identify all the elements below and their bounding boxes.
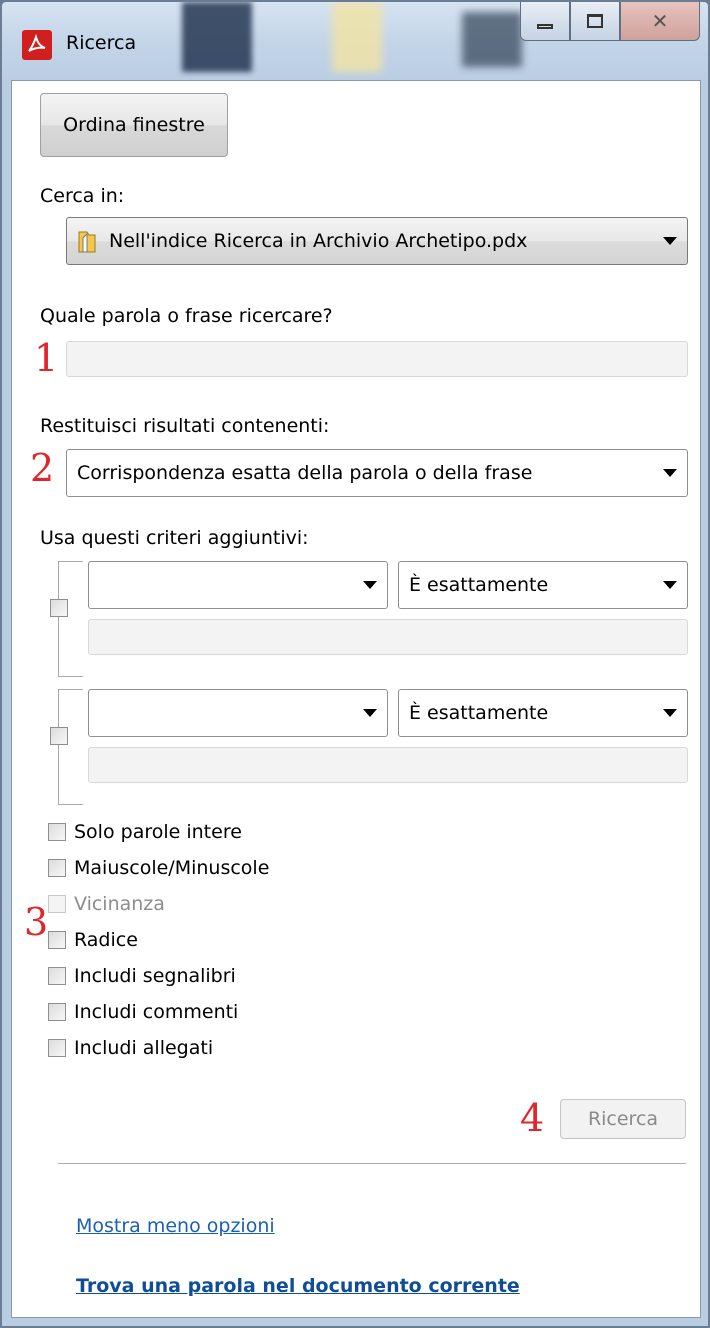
include-bookmarks-checkbox[interactable] [48, 967, 66, 985]
chevron-down-icon [663, 237, 677, 245]
chevron-down-icon [363, 581, 377, 589]
criteria-bracket [58, 561, 83, 677]
whole-words-checkbox[interactable] [48, 823, 66, 841]
criteria-value-input[interactable] [88, 747, 688, 783]
criteria-bracket [58, 689, 83, 805]
maximize-button[interactable] [570, 2, 620, 41]
whole-words-label[interactable]: Solo parole intere [74, 821, 242, 843]
find-in-current-document-link[interactable]: Trova una parola nel documento corrente [76, 1275, 520, 1297]
criteria-operator-dropdown[interactable]: È esattamente [398, 561, 688, 609]
query-label: Quale parola o frase ricercare? [40, 305, 333, 327]
dialog-body: Ordina finestre Cerca in: Nell'indice Ri… [11, 80, 701, 1318]
annotation-marker-4: 4 [520, 1096, 545, 1140]
window-controls: ✕ [520, 2, 700, 42]
close-button[interactable]: ✕ [620, 2, 700, 41]
chevron-down-icon [363, 709, 377, 717]
search-in-label: Cerca in: [40, 185, 125, 207]
annotation-marker-3: 3 [24, 900, 49, 944]
chevron-down-icon [663, 469, 677, 477]
annotation-marker-2: 2 [30, 446, 55, 490]
proximity-checkbox [48, 895, 66, 913]
criteria-operator-dropdown[interactable]: È esattamente [398, 689, 688, 737]
chevron-down-icon [663, 581, 677, 589]
query-input[interactable] [66, 341, 688, 377]
proximity-label: Vicinanza [74, 893, 165, 915]
criteria-field-dropdown[interactable] [88, 561, 388, 609]
criteria-operator-value: È esattamente [409, 574, 549, 596]
minimize-icon [537, 23, 553, 29]
return-results-value: Corrispondenza esatta della parola o del… [77, 462, 533, 484]
folder-index-icon [78, 231, 96, 253]
search-window: Ricerca ✕ Ordina finestre Cerca in: Nell… [0, 0, 710, 1328]
criteria-row-checkbox[interactable] [50, 599, 68, 617]
stemming-checkbox[interactable] [48, 931, 66, 949]
acrobat-icon [22, 30, 52, 60]
case-sensitive-label[interactable]: Maiuscole/Minuscole [74, 857, 269, 879]
maximize-icon [587, 14, 603, 28]
criteria-value-input[interactable] [88, 619, 688, 655]
criteria-field-dropdown[interactable] [88, 689, 388, 737]
fewer-options-link[interactable]: Mostra meno opzioni [76, 1215, 275, 1237]
arrange-windows-button[interactable]: Ordina finestre [40, 93, 228, 157]
return-results-label: Restituisci risultati contenenti: [40, 415, 330, 437]
chevron-down-icon [663, 709, 677, 717]
criteria-row-checkbox[interactable] [50, 727, 68, 745]
title-bar[interactable]: Ricerca ✕ [2, 2, 708, 82]
window-title: Ricerca [66, 32, 137, 54]
annotation-marker-1: 1 [34, 336, 59, 380]
criteria-operator-value: È esattamente [409, 702, 549, 724]
divider [58, 1163, 686, 1164]
search-in-dropdown[interactable]: Nell'indice Ricerca in Archivio Archetip… [66, 217, 688, 265]
criteria-label: Usa questi criteri aggiuntivi: [40, 527, 309, 549]
include-bookmarks-label[interactable]: Includi segnalibri [74, 965, 236, 987]
return-results-dropdown[interactable]: Corrispondenza esatta della parola o del… [66, 449, 688, 497]
minimize-button[interactable] [520, 2, 570, 41]
search-button[interactable]: Ricerca [560, 1099, 686, 1139]
close-icon: ✕ [651, 9, 669, 33]
case-sensitive-checkbox[interactable] [48, 859, 66, 877]
include-attachments-checkbox[interactable] [48, 1039, 66, 1057]
include-comments-checkbox[interactable] [48, 1003, 66, 1021]
search-in-value: Nell'indice Ricerca in Archivio Archetip… [109, 230, 528, 252]
include-attachments-label[interactable]: Includi allegati [74, 1037, 213, 1059]
include-comments-label[interactable]: Includi commenti [74, 1001, 238, 1023]
stemming-label[interactable]: Radice [74, 929, 138, 951]
